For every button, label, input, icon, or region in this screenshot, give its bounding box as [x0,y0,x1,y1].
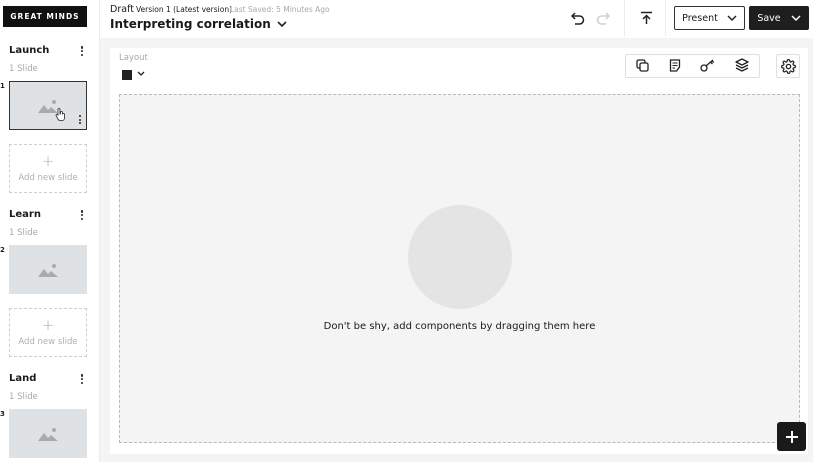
chevron-down-icon [727,14,737,21]
slide-thumbnail[interactable] [9,245,87,294]
section-menu-icon[interactable] [78,209,86,221]
notes-button[interactable] [669,57,681,76]
chevron-down-icon [277,20,287,27]
undo-icon [571,11,585,25]
slide-sidebar: GREAT MINDS Launch 1 Slide 1 + Add new s… [0,0,100,462]
add-slide-label: Add new slide [18,337,78,347]
app: GREAT MINDS Launch 1 Slide 1 + Add new s… [0,0,813,462]
duplicate-button[interactable] [636,57,649,76]
chevron-down-icon[interactable] [137,71,145,77]
section-title-launch: Launch [9,45,50,56]
empty-state-illustration [408,205,512,309]
publish-button[interactable] [638,10,654,26]
notes-icon [669,58,680,72]
plus-icon: + [41,152,55,170]
redo-icon [596,11,610,25]
plus-icon: + [41,316,55,334]
add-component-button[interactable] [777,422,806,451]
add-slide-label: Add new slide [18,173,78,183]
slide-tools [625,54,760,78]
section-title-land: Land [9,373,37,384]
plus-icon [785,430,798,443]
present-label: Present [682,12,718,24]
empty-state-message: Don't be shy, add components by dragging… [323,321,596,332]
section-slide-count: 1 Slide [9,64,38,74]
layers-button[interactable] [735,57,749,76]
gear-icon [780,58,796,74]
component-drop-zone[interactable]: Don't be shy, add components by dragging… [119,94,800,443]
slide-number: 3 [0,410,5,418]
top-bar: Draft Version 1 (Latest version) Last Sa… [100,0,813,38]
slide-editor-panel: Layout Don't be shy, add components by d… [110,48,808,454]
version-label: Version 1 (Latest version) [136,5,233,14]
slide-number: 2 [0,246,5,254]
slide-menu-icon[interactable] [78,115,82,124]
image-placeholder-icon [38,263,58,277]
redo-button[interactable] [595,10,611,26]
brand-logo[interactable]: GREAT MINDS [3,6,87,27]
layout-label: Layout [119,53,148,63]
toolbar-divider [665,0,666,36]
upload-icon [640,11,652,24]
editor-area: Layout Don't be shy, add components by d… [100,38,813,462]
image-placeholder-icon [38,427,58,441]
add-slide-button[interactable]: + Add new slide [9,308,87,357]
section-menu-icon[interactable] [78,373,86,385]
draft-status: Draft [110,4,134,15]
key-icon [700,59,715,72]
add-slide-button[interactable]: + Add new slide [9,144,87,193]
hand-cursor-icon [55,108,65,121]
chevron-down-icon [791,14,801,21]
layout-color-swatch[interactable] [122,70,132,80]
section-slide-count: 1 Slide [9,392,38,402]
document-title: Interpreting correlation [110,17,271,31]
answer-key-button[interactable] [700,57,715,76]
section-menu-icon[interactable] [78,45,86,57]
present-button[interactable]: Present [674,6,745,30]
section-title-learn: Learn [9,209,41,220]
toolbar-divider [624,0,625,36]
save-button[interactable]: Save [749,6,809,30]
section-slide-count: 1 Slide [9,228,38,238]
layers-icon [735,57,749,72]
slide-thumbnail[interactable] [9,81,87,130]
slide-thumbnail[interactable] [9,409,87,458]
last-saved-label: Last Saved: 5 Minutes Ago [230,5,330,14]
undo-button[interactable] [570,10,586,26]
save-label: Save [757,12,781,24]
duplicate-icon [636,58,649,72]
document-title-dropdown[interactable]: Interpreting correlation [110,17,287,31]
settings-button[interactable] [776,54,800,78]
slide-number: 1 [0,82,5,90]
